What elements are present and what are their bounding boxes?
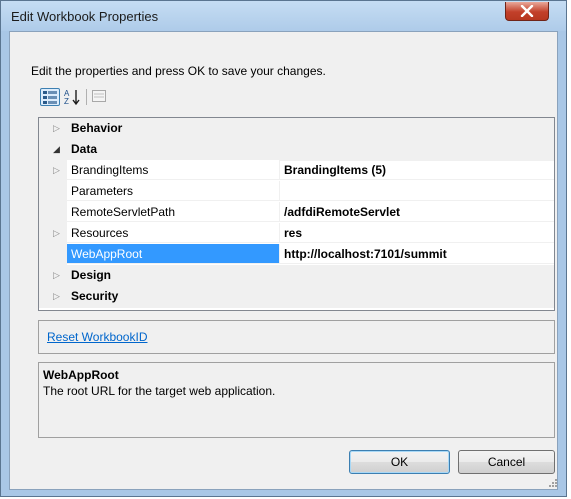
- svg-text:Z: Z: [64, 97, 69, 106]
- property-value[interactable]: res: [280, 223, 554, 243]
- property-value[interactable]: http://localhost:7101/summit: [280, 244, 554, 264]
- property-row-remoteservletpath[interactable]: RemoteServletPath /adfdiRemoteServlet: [39, 202, 554, 223]
- property-value[interactable]: [280, 181, 554, 201]
- category-row-design[interactable]: ▷ Design: [39, 265, 554, 287]
- category-label: Behavior: [71, 121, 123, 135]
- property-row-parameters[interactable]: Parameters: [39, 181, 554, 202]
- categorized-view-icon: [43, 91, 57, 104]
- resize-grip-icon[interactable]: [548, 478, 558, 488]
- property-grid-toolbar: A Z: [38, 86, 158, 108]
- property-name[interactable]: Resources: [67, 223, 280, 243]
- commands-panel: Reset WorkbookID: [38, 320, 555, 354]
- title-bar[interactable]: Edit Workbook Properties: [1, 1, 566, 31]
- ok-button[interactable]: OK: [349, 450, 450, 474]
- expand-arrow-icon[interactable]: ▷: [53, 270, 63, 280]
- property-row-brandingitems[interactable]: ▷ BrandingItems BrandingItems (5): [39, 160, 554, 181]
- description-text: The root URL for the target web applicat…: [43, 384, 276, 398]
- category-row-data[interactable]: ◢ Data: [39, 139, 554, 161]
- reset-workbookid-link[interactable]: Reset WorkbookID: [47, 330, 147, 344]
- instruction-text: Edit the properties and press OK to save…: [31, 64, 326, 78]
- expand-arrow-icon[interactable]: ▷: [53, 291, 63, 301]
- category-row-behavior[interactable]: ▷ Behavior: [39, 118, 554, 140]
- category-label: Design: [71, 268, 112, 282]
- row-gutter: [39, 181, 67, 202]
- property-name[interactable]: BrandingItems: [67, 160, 280, 180]
- row-gutter: [39, 244, 67, 265]
- category-label: Data: [71, 142, 98, 156]
- category-label: Security: [71, 289, 119, 303]
- toolbar-separator: [86, 89, 87, 105]
- alphabetical-sort-button[interactable]: A Z: [62, 88, 82, 106]
- expand-arrow-icon[interactable]: ▷: [53, 165, 63, 175]
- window-title: Edit Workbook Properties: [11, 9, 159, 24]
- row-gutter: [39, 202, 67, 223]
- property-name[interactable]: RemoteServletPath: [67, 202, 280, 222]
- collapse-arrow-icon[interactable]: ◢: [53, 144, 63, 154]
- sort-alphabetical-icon: A Z: [64, 89, 80, 106]
- category-row-security[interactable]: ▷ Security: [39, 286, 554, 308]
- property-name-selected[interactable]: WebAppRoot: [67, 244, 280, 264]
- property-grid: ▷ Behavior ◢ Data ▷ BrandingItems Brandi…: [38, 117, 555, 311]
- property-pages-button[interactable]: [90, 88, 110, 106]
- property-pages-icon: [92, 90, 106, 102]
- expand-arrow-icon[interactable]: ▷: [53, 123, 63, 133]
- expand-arrow-icon[interactable]: ▷: [53, 228, 63, 238]
- property-row-resources[interactable]: ▷ Resources res: [39, 223, 554, 244]
- categorized-view-button[interactable]: [40, 88, 60, 106]
- close-button[interactable]: [505, 2, 549, 21]
- cancel-button[interactable]: Cancel: [458, 450, 555, 474]
- description-title: WebAppRoot: [43, 368, 119, 382]
- property-row-webapproot[interactable]: WebAppRoot http://localhost:7101/summit: [39, 244, 554, 265]
- property-name[interactable]: Parameters: [67, 181, 280, 201]
- close-icon: [520, 5, 534, 17]
- property-value[interactable]: BrandingItems (5): [280, 160, 554, 180]
- property-value[interactable]: /adfdiRemoteServlet: [280, 202, 554, 222]
- description-panel: WebAppRoot The root URL for the target w…: [38, 362, 555, 438]
